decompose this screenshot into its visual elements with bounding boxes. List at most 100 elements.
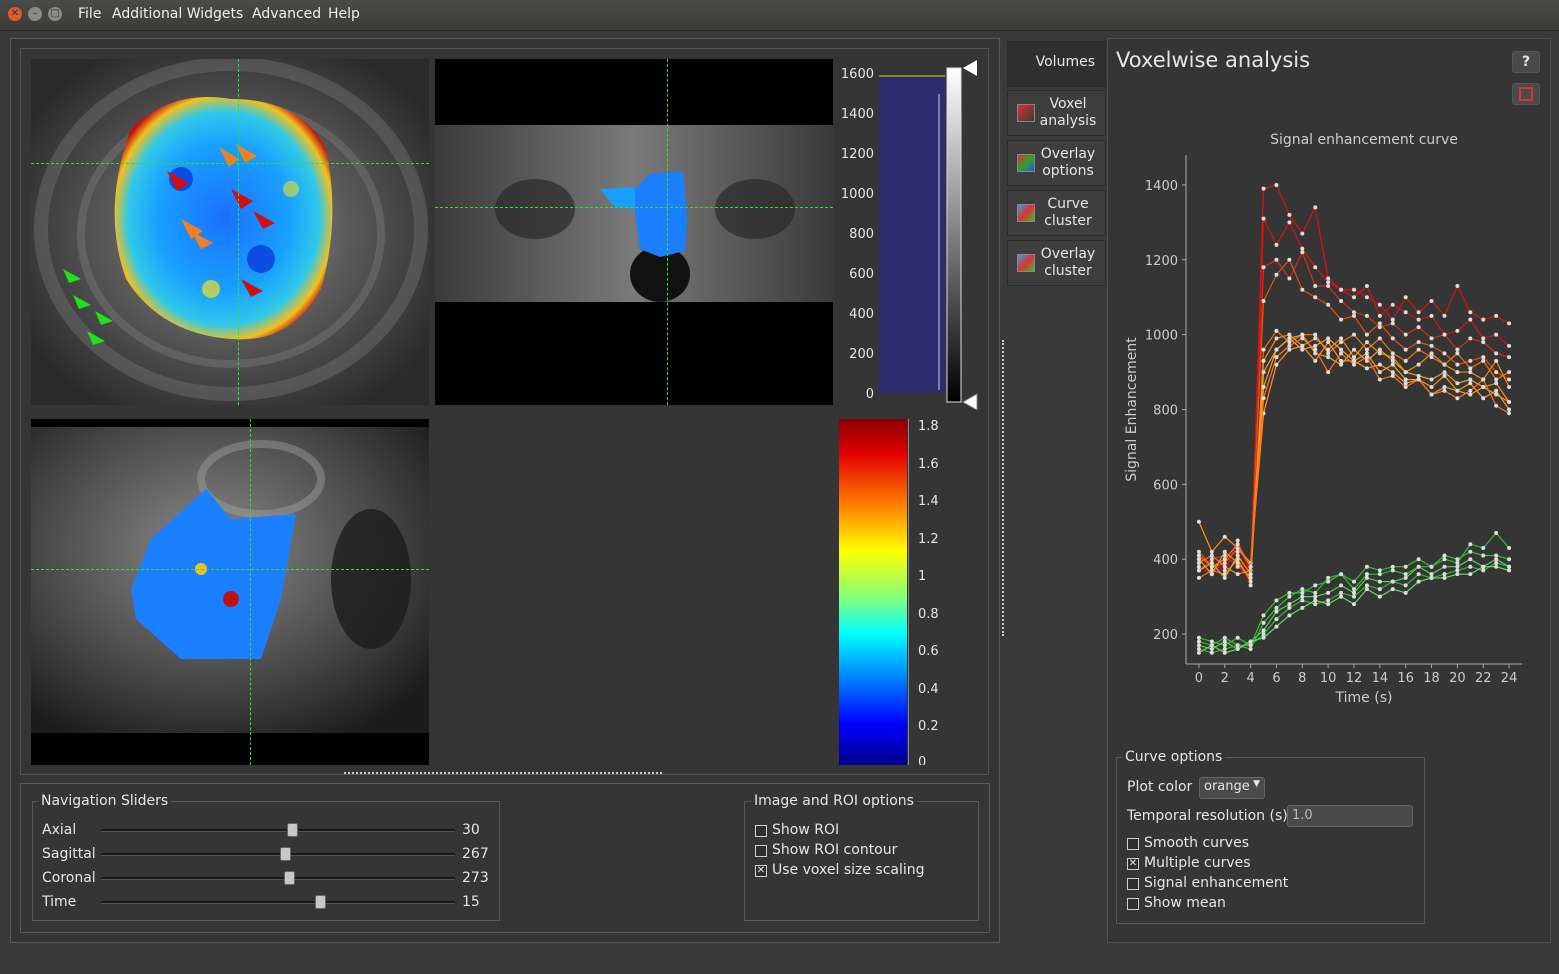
- maximize-window-button[interactable]: □: [48, 7, 62, 21]
- chart-data-point: [1429, 564, 1434, 569]
- chart-data-point: [1222, 557, 1227, 562]
- chart-series-line: [1198, 566, 1510, 654]
- chart-title: Signal enhancement curve: [1270, 132, 1458, 148]
- roi-option-checkbox[interactable]: [755, 825, 767, 837]
- chart-data-point: [1274, 272, 1279, 277]
- chart-x-tick-label: 18: [1423, 671, 1440, 686]
- chart-data-point: [1507, 400, 1512, 405]
- temporal-resolution-input[interactable]: 1.0: [1287, 805, 1413, 827]
- chart-data-point: [1442, 388, 1447, 393]
- chart-data-point: [1196, 647, 1201, 652]
- chart-data-point: [1339, 287, 1344, 292]
- chart-data-point: [1364, 313, 1369, 318]
- slider-handle-coronal[interactable]: [284, 871, 295, 885]
- menu-help[interactable]: Help: [328, 6, 360, 22]
- plot-color-value: orange: [1204, 779, 1250, 794]
- chart-data-point: [1274, 355, 1279, 360]
- chart-data-point: [1390, 317, 1395, 322]
- chart-data-point: [1494, 403, 1499, 408]
- chart-data-point: [1261, 216, 1266, 221]
- chart-data-point: [1209, 553, 1214, 558]
- histogram-tick: 800: [849, 227, 874, 242]
- chart-data-point: [1352, 590, 1356, 595]
- chart-data-point: [1468, 572, 1473, 577]
- chart-data-point: [1481, 553, 1486, 558]
- vertical-splitter-handle[interactable]: [1002, 340, 1006, 636]
- horizontal-splitter-handle[interactable]: [344, 772, 662, 778]
- slider-track-coronal[interactable]: [101, 877, 455, 880]
- slider-track-axial[interactable]: [101, 829, 455, 832]
- tab-volumes[interactable]: Volumes: [1007, 41, 1106, 87]
- sagittal-slice-view[interactable]: [31, 419, 429, 765]
- minimize-window-button[interactable]: –: [28, 7, 42, 21]
- chart-data-point: [1300, 605, 1305, 610]
- tab-label: Overlay options: [1040, 146, 1096, 179]
- chart-data-point: [1416, 317, 1421, 322]
- tab-overlay-options[interactable]: Overlay options: [1007, 140, 1106, 186]
- slider-handle-time[interactable]: [315, 895, 326, 909]
- chart-data-point: [1209, 643, 1214, 648]
- curve-option-label: Signal enhancement: [1144, 875, 1289, 891]
- chart-data-point: [1429, 572, 1434, 577]
- curve-option-checkbox[interactable]: [1127, 898, 1139, 910]
- plot-color-select[interactable]: orange ▼: [1199, 777, 1265, 799]
- chart-data-point: [1442, 370, 1447, 375]
- chart-data-point: [1442, 313, 1447, 318]
- chart-data-point: [1222, 650, 1227, 655]
- chart-data-point: [1455, 388, 1460, 393]
- chart-data-point: [1261, 632, 1266, 637]
- curve-option-checkbox[interactable]: [1127, 838, 1139, 850]
- tab-curve-cluster[interactable]: Curve cluster: [1007, 190, 1106, 236]
- slider-label-coronal: Coronal: [42, 870, 96, 886]
- curve-option-label: Multiple curves: [1144, 855, 1251, 871]
- chart-data-point: [1468, 366, 1473, 371]
- menu-advanced[interactable]: Advanced: [252, 6, 321, 22]
- chart-data-point: [1507, 407, 1512, 412]
- chart-data-point: [1287, 340, 1292, 345]
- roi-option-checkbox[interactable]: [755, 845, 767, 857]
- roi-option-checkbox[interactable]: ✕: [755, 865, 767, 877]
- histogram-tick: 0: [865, 387, 874, 402]
- chart-data-point: [1222, 639, 1227, 644]
- coronal-slice-view[interactable]: [435, 59, 833, 405]
- slider-track-time[interactable]: [101, 901, 455, 904]
- curve-option-checkbox[interactable]: ✕: [1127, 858, 1139, 870]
- chart-data-point: [1442, 332, 1447, 337]
- axial-slice-view[interactable]: [31, 59, 429, 405]
- curve-option-checkbox[interactable]: [1127, 878, 1139, 890]
- chart-y-tick-label: 800: [1153, 404, 1178, 419]
- chart-data-point: [1235, 572, 1240, 577]
- chart-data-point: [1468, 542, 1473, 547]
- chart-data-point: [1390, 336, 1395, 341]
- slider-track-sagittal[interactable]: [101, 853, 455, 856]
- chart-data-point: [1494, 332, 1499, 337]
- close-window-button[interactable]: ✕: [8, 7, 22, 21]
- menu-additional-widgets[interactable]: Additional Widgets: [112, 6, 243, 22]
- chart-data-point: [1481, 377, 1486, 382]
- chart-data-point: [1416, 579, 1421, 584]
- menu-file[interactable]: File: [78, 6, 101, 22]
- help-button[interactable]: ?: [1512, 51, 1540, 73]
- close-panel-button[interactable]: [1512, 83, 1540, 105]
- chart-data-point: [1494, 553, 1499, 558]
- histogram-widget[interactable]: [879, 60, 979, 411]
- chart-data-point: [1313, 336, 1318, 341]
- colorbar-tick: 1.8: [918, 419, 939, 434]
- chart-data-point: [1313, 358, 1318, 363]
- chart-data-point: [1352, 287, 1356, 292]
- tab-overlay-cluster[interactable]: Overlay cluster: [1007, 240, 1106, 286]
- slider-handle-axial[interactable]: [287, 823, 298, 837]
- chart-data-point: [1429, 313, 1434, 318]
- navigation-sliders-title: Navigation Sliders: [38, 793, 172, 809]
- tab-voxel-analysis[interactable]: Voxel analysis: [1007, 90, 1106, 136]
- chart-data-point: [1339, 336, 1344, 341]
- chart-data-point: [1313, 343, 1318, 348]
- curve-options-title: Curve options: [1122, 749, 1226, 765]
- chart-data-point: [1352, 310, 1356, 315]
- chart-data-point: [1313, 347, 1318, 352]
- chart-data-point: [1364, 283, 1369, 288]
- histogram-tick: 200: [849, 347, 874, 362]
- chart-data-point: [1300, 590, 1305, 595]
- chart-data-point: [1274, 336, 1279, 341]
- slider-handle-sagittal[interactable]: [280, 847, 291, 861]
